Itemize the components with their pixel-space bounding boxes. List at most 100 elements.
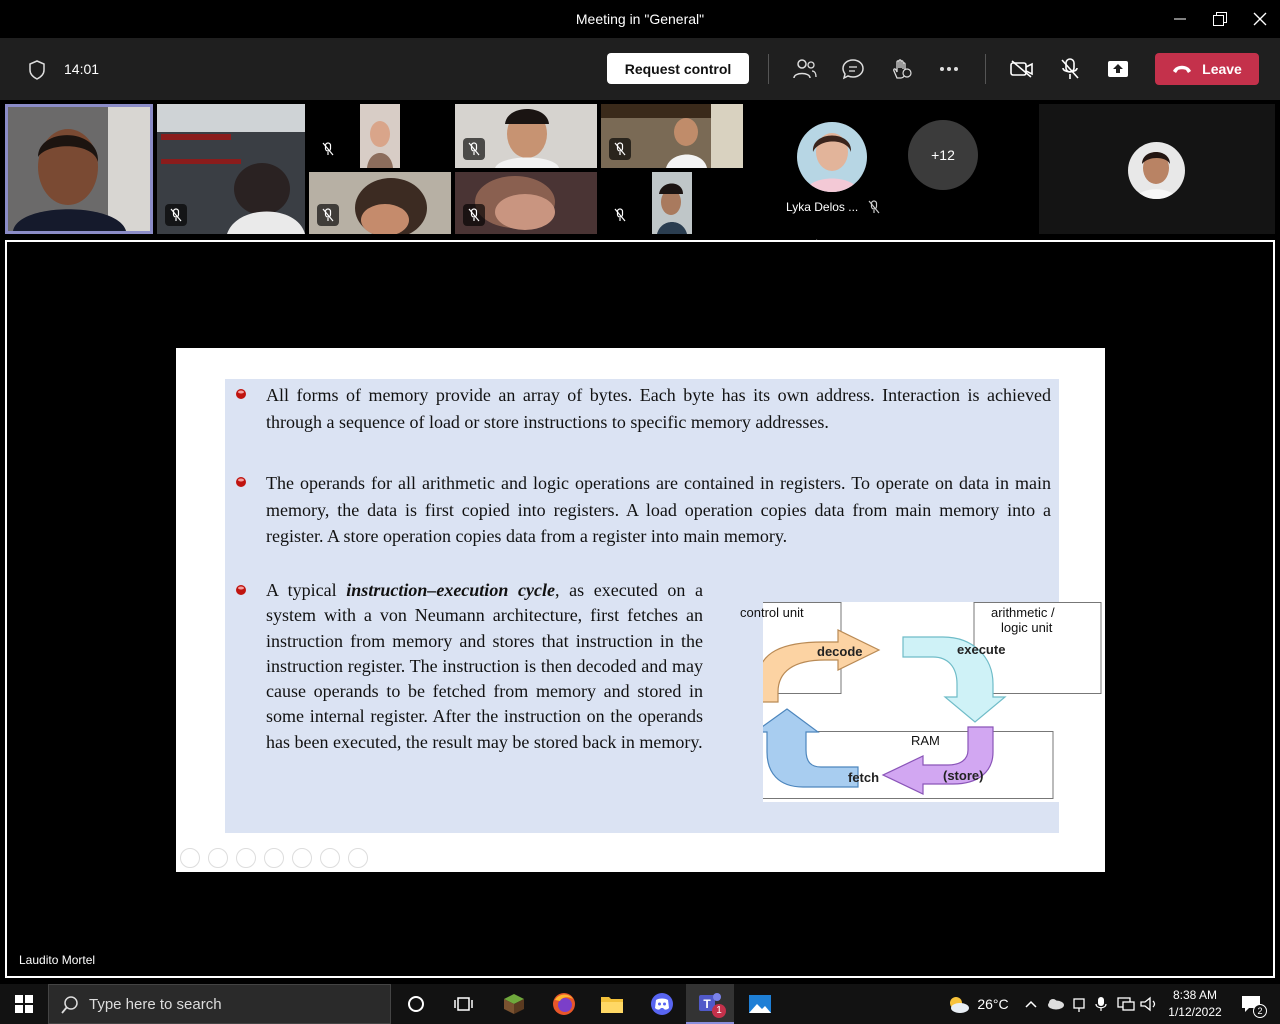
chat-button[interactable] xyxy=(838,54,868,84)
bullet-icon xyxy=(236,585,246,595)
slide-navigation-tools xyxy=(180,848,368,868)
toolbar-divider xyxy=(985,54,986,84)
bullet-icon xyxy=(236,389,246,399)
clock-date: 1/12/2022 xyxy=(1168,1005,1222,1019)
cortana-button[interactable] xyxy=(392,984,440,1024)
photos-icon xyxy=(749,995,771,1013)
camera-toggle-button[interactable] xyxy=(1007,54,1037,84)
video-tile[interactable] xyxy=(309,172,451,234)
chevron-up-icon xyxy=(1025,1000,1037,1008)
taskbar-app-teams[interactable]: T 1 xyxy=(686,984,734,1024)
camera-off-icon xyxy=(1010,60,1033,78)
diagram-label-control-unit: control unit xyxy=(740,605,804,620)
diagram-drawing xyxy=(763,602,1102,799)
folder-icon xyxy=(601,997,623,1013)
video-tile[interactable] xyxy=(601,172,743,234)
bullet-text: All forms of memory provide an array of … xyxy=(266,385,1051,432)
bullet-text: A typical instruction–execution cycle, a… xyxy=(266,578,703,755)
taskbar-app-file-explorer[interactable] xyxy=(588,984,636,1024)
leave-label: Leave xyxy=(1202,61,1242,77)
start-button[interactable] xyxy=(0,984,48,1024)
shared-screen: All forms of memory provide an array of … xyxy=(5,240,1275,978)
taskbar-app-photos[interactable] xyxy=(736,984,784,1024)
title-bar: Meeting in "General" xyxy=(0,0,1280,38)
taskbar-app-discord[interactable] xyxy=(638,984,686,1024)
more-actions-button[interactable] xyxy=(934,54,964,84)
taskbar-clock[interactable]: 8:38 AM 1/12/2022 xyxy=(1162,987,1228,1021)
mic-off-icon xyxy=(614,208,626,222)
avatar[interactable] xyxy=(797,122,867,192)
video-tile[interactable] xyxy=(157,104,305,234)
close-button[interactable] xyxy=(1240,0,1280,38)
instruction-cycle-diagram: control unit arithmetic / logic unit RAM… xyxy=(740,602,1105,802)
bullet-icon xyxy=(236,477,246,487)
menu-icon[interactable] xyxy=(348,848,368,868)
reactions-button[interactable] xyxy=(886,54,916,84)
diagram-label-execute: execute xyxy=(957,642,1006,657)
video-tile[interactable] xyxy=(309,104,451,168)
mic-off-icon xyxy=(1061,58,1079,79)
mic-toggle-button[interactable] xyxy=(1055,54,1085,84)
cortana-icon xyxy=(408,996,424,1012)
previous-slide-icon[interactable] xyxy=(180,848,200,868)
more-participants-button[interactable]: +12 xyxy=(908,120,978,190)
show-hidden-icons-button[interactable] xyxy=(1020,984,1042,1024)
volume-icon xyxy=(1140,996,1156,1012)
video-tile[interactable] xyxy=(455,104,597,168)
muted-indicator xyxy=(165,204,187,226)
windows-logo-icon xyxy=(15,995,33,1013)
slides-icon[interactable] xyxy=(320,848,340,868)
close-icon xyxy=(1253,12,1267,26)
tray-volume[interactable] xyxy=(1138,984,1160,1024)
svg-text:T: T xyxy=(703,997,711,1011)
zoom-icon[interactable] xyxy=(292,848,312,868)
leave-button[interactable]: Leave xyxy=(1155,53,1259,85)
share-content-button[interactable] xyxy=(1103,54,1133,84)
meeting-toolbar: 14:01 Request control Leave xyxy=(0,38,1280,100)
diagram-label-store: (store) xyxy=(943,768,984,783)
muted-indicator xyxy=(609,204,631,226)
self-view xyxy=(1039,104,1275,234)
teams-badge: 1 xyxy=(712,1004,726,1018)
minimize-button[interactable] xyxy=(1160,0,1200,38)
copy-icon[interactable] xyxy=(264,848,284,868)
search-placeholder: Type here to search xyxy=(89,996,222,1013)
restore-button[interactable] xyxy=(1200,0,1240,38)
discord-icon xyxy=(651,993,673,1015)
toolbar-divider xyxy=(768,54,769,84)
participant-name: Lyka Delos ... xyxy=(786,200,859,214)
tray-device[interactable] xyxy=(1068,984,1090,1024)
weather-widget[interactable] xyxy=(944,984,972,1024)
notification-center-button[interactable]: 2 xyxy=(1234,984,1268,1024)
windows-taskbar: Type here to search T 1 26°C 8:38 AM 1/1… xyxy=(0,984,1280,1024)
tray-network[interactable] xyxy=(1114,984,1138,1024)
video-tile-active-speaker[interactable] xyxy=(5,104,153,234)
shield-icon xyxy=(29,60,45,80)
mic-off-icon xyxy=(468,142,480,156)
muted-indicator xyxy=(609,138,631,160)
tray-onedrive[interactable] xyxy=(1044,984,1066,1024)
video-tile[interactable] xyxy=(455,172,597,234)
taskbar-app-firefox[interactable] xyxy=(540,984,588,1024)
weather-temperature[interactable]: 26°C xyxy=(974,984,1012,1024)
people-icon xyxy=(793,59,817,79)
participant-photo xyxy=(797,122,867,192)
taskbar-search[interactable]: Type here to search xyxy=(48,984,391,1024)
presenter-name: Laudito Mortel xyxy=(19,953,96,967)
clock-time: 8:38 AM xyxy=(1172,988,1218,1002)
teams-meeting-window: Meeting in "General" 14:01 Request contr… xyxy=(0,0,1280,1024)
tray-microphone[interactable] xyxy=(1090,984,1112,1024)
video-tile[interactable] xyxy=(601,104,743,168)
pen-icon[interactable] xyxy=(236,848,256,868)
hang-up-icon xyxy=(1173,65,1192,73)
task-view-icon xyxy=(454,997,473,1011)
task-view-button[interactable] xyxy=(440,984,488,1024)
more-icon xyxy=(940,67,958,71)
diagram-label-decode: decode xyxy=(817,644,863,659)
bullet-text-prefix: A typical xyxy=(266,580,347,600)
taskbar-app-minecraft[interactable] xyxy=(490,984,538,1024)
next-slide-icon[interactable] xyxy=(208,848,228,868)
chat-icon xyxy=(842,59,864,80)
request-control-button[interactable]: Request control xyxy=(607,53,749,84)
participants-button[interactable] xyxy=(790,54,820,84)
